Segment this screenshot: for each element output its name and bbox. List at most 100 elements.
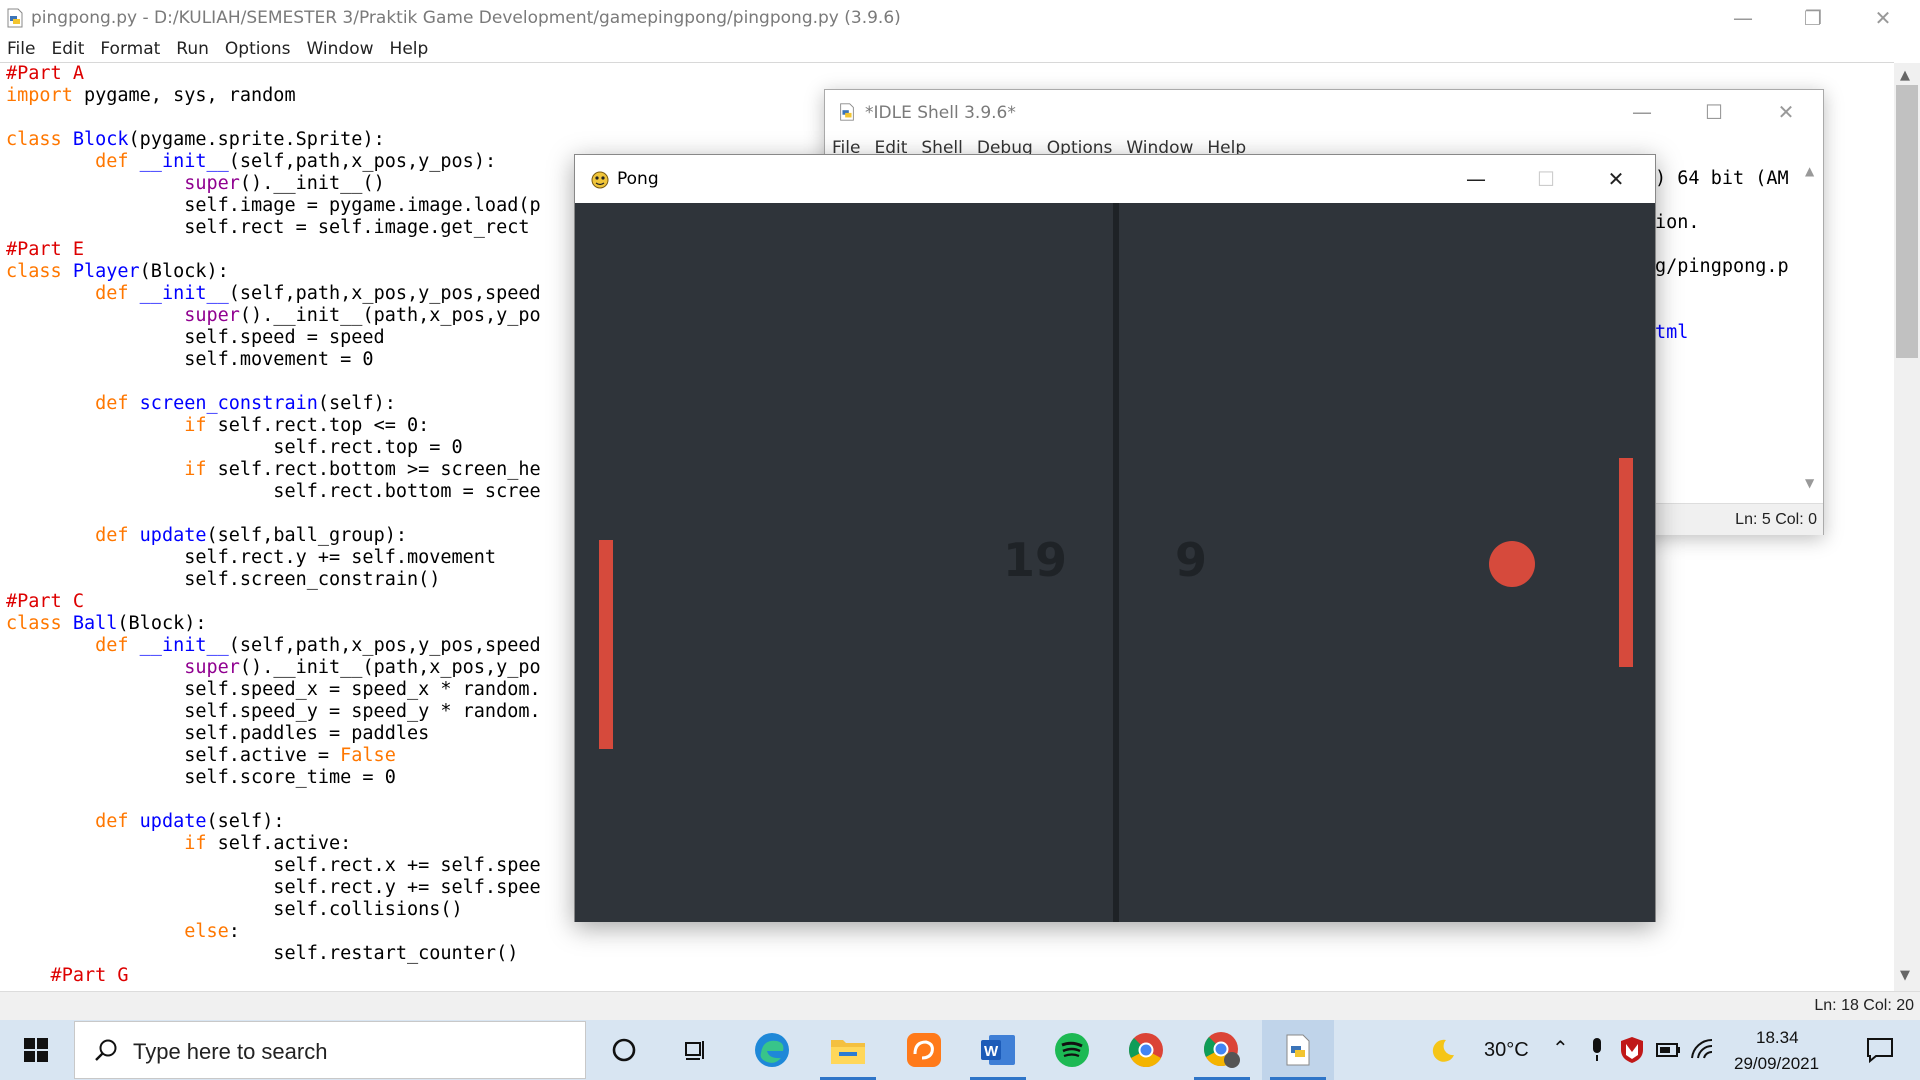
code-line: if self.rect.top <= 0: [184, 415, 430, 436]
code-line: self.rect.y += self.spee [6, 877, 541, 898]
shell-output-line: ion. [1655, 212, 1700, 233]
restore-button[interactable]: ❐ [1778, 0, 1848, 36]
pong-close-button[interactable]: ✕ [1581, 161, 1651, 197]
code-line: self.restart_counter() [6, 943, 519, 964]
player-score: 19 [1003, 533, 1068, 587]
close-button[interactable]: ✕ [1848, 0, 1918, 36]
shell-close-button[interactable]: ✕ [1751, 94, 1821, 130]
code-line: self.rect.x += self.spee [6, 855, 541, 876]
windows-logo-icon [24, 1038, 48, 1062]
file-explorer-icon[interactable] [812, 1020, 884, 1080]
minimize-button[interactable]: — [1708, 0, 1778, 36]
code-line: self.active = False [6, 745, 396, 766]
notification-icon[interactable] [1866, 1036, 1894, 1064]
shell-minimize-button[interactable]: — [1607, 94, 1677, 130]
pong-game-canvas[interactable]: 19 9 [575, 203, 1655, 922]
uc-browser-icon[interactable] [888, 1020, 960, 1080]
opponent-paddle [1619, 458, 1633, 667]
python-idle-icon[interactable] [1262, 1020, 1334, 1080]
code-line: class Player(Block): [6, 261, 229, 282]
code-line: self.movement = 0 [6, 349, 374, 370]
shell-output-line: g/pingpong.p [1655, 256, 1789, 277]
shell-titlebar[interactable]: *IDLE Shell 3.9.6* — ☐ ✕ [825, 90, 1823, 134]
code-line: super().__init__(path,x_pos,y_po [184, 657, 541, 678]
scroll-up-icon[interactable]: ▲ [1900, 68, 1910, 83]
pong-titlebar[interactable]: Pong — ☐ ✕ [575, 155, 1655, 203]
ball [1489, 541, 1535, 587]
microphone-icon[interactable] [1590, 1037, 1604, 1063]
menu-run[interactable]: Run [168, 36, 217, 62]
pong-minimize-button[interactable]: — [1441, 161, 1511, 197]
menu-file[interactable]: File [0, 36, 43, 62]
task-view-icon[interactable] [660, 1020, 732, 1080]
code-line: #Part G [6, 965, 129, 986]
battery-icon[interactable] [1656, 1038, 1682, 1062]
edge-icon[interactable] [736, 1020, 808, 1080]
menu-format[interactable]: Format [92, 36, 168, 62]
player-paddle [599, 540, 613, 749]
shell-maximize-button[interactable]: ☐ [1679, 94, 1749, 130]
code-line: #Part C [6, 591, 84, 612]
pong-window: Pong — ☐ ✕ 19 9 [574, 154, 1656, 922]
code-line: #Part A [6, 63, 84, 84]
menu-edit[interactable]: Edit [43, 36, 92, 62]
menu-help[interactable]: Help [382, 36, 437, 62]
code-line: def __init__(self,path,x_pos,y_pos): [95, 151, 497, 172]
chrome-profile-icon[interactable] [1186, 1020, 1258, 1080]
editor-statusbar: Ln: 18 Col: 20 [0, 991, 1920, 1020]
clock-time[interactable]: 18.34 [1756, 1028, 1799, 1048]
taskbar: Type here to search W 30°C ⌃ 18.34 29/09… [0, 1020, 1920, 1080]
spotify-icon[interactable] [1036, 1020, 1108, 1080]
python-shell-icon [840, 103, 854, 121]
taskbar-search[interactable]: Type here to search [74, 1021, 586, 1079]
start-button[interactable] [0, 1020, 72, 1080]
word-icon[interactable]: W [962, 1020, 1034, 1080]
system-tray: 30°C ⌃ 18.34 29/09/2021 [1400, 1020, 1920, 1080]
shell-title: *IDLE Shell 3.9.6* [865, 103, 1016, 123]
code-line: #Part E [6, 239, 84, 260]
editor-titlebar[interactable]: pingpong.py - D:/KULIAH/SEMESTER 3/Prakt… [0, 0, 1920, 36]
code-line: class Block(pygame.sprite.Sprite): [6, 129, 385, 150]
code-line: class Ball(Block): [6, 613, 207, 634]
code-line: def __init__(self,path,x_pos,y_pos,speed [95, 635, 541, 656]
search-icon [95, 1039, 117, 1061]
chevron-up-icon[interactable]: ⌃ [1552, 1036, 1569, 1061]
code-line: super().__init__() [184, 173, 385, 194]
code-line: super().__init__(path,x_pos,y_po [184, 305, 541, 326]
scrollbar-thumb[interactable] [1896, 85, 1918, 358]
code-line: self.speed_y = speed_y * random. [6, 701, 541, 722]
code-line: def update(self,ball_group): [95, 525, 407, 546]
code-line: self.rect.y += self.movement [6, 547, 497, 568]
editor-title: pingpong.py - D:/KULIAH/SEMESTER 3/Prakt… [31, 8, 901, 28]
menu-options[interactable]: Options [217, 36, 299, 62]
shell-scrollbar[interactable]: ▲ ▼ [1799, 162, 1823, 498]
shell-cursor-position: Ln: 5 Col: 0 [1735, 511, 1817, 528]
chrome-icon[interactable] [1110, 1020, 1182, 1080]
clock-date[interactable]: 29/09/2021 [1734, 1054, 1819, 1074]
code-line: self.speed_x = speed_x * random. [6, 679, 541, 700]
shell-link-line[interactable]: tml [1655, 322, 1688, 343]
code-line: import pygame, sys, random [6, 85, 296, 106]
shell-scroll-up-icon[interactable]: ▲ [1805, 164, 1814, 178]
code-line: self.rect.bottom = scree [6, 481, 541, 502]
pong-title: Pong [617, 169, 659, 189]
pygame-snake-icon [591, 171, 609, 189]
weather-moon-icon[interactable] [1428, 1037, 1456, 1065]
cortana-icon[interactable] [588, 1020, 660, 1080]
code-line: else: [184, 921, 240, 942]
editor-scrollbar[interactable]: ▲ ▼ [1894, 63, 1920, 991]
menu-window[interactable]: Window [299, 36, 382, 62]
opponent-score: 9 [1175, 533, 1208, 587]
code-line: def update(self): [95, 811, 285, 832]
code-line: self.collisions() [6, 899, 463, 920]
weather-temperature[interactable]: 30°C [1484, 1039, 1529, 1062]
shell-scroll-down-icon[interactable]: ▼ [1805, 476, 1814, 490]
wifi-icon[interactable] [1690, 1038, 1716, 1062]
code-line: if self.rect.bottom >= screen_he [184, 459, 541, 480]
code-line: def __init__(self,path,x_pos,y_pos,speed [95, 283, 541, 304]
mcafee-shield-icon[interactable] [1620, 1036, 1644, 1064]
code-line: if self.active: [184, 833, 352, 854]
pong-maximize-button: ☐ [1537, 167, 1555, 191]
search-placeholder: Type here to search [133, 1039, 328, 1064]
scroll-down-icon[interactable]: ▼ [1900, 968, 1910, 983]
